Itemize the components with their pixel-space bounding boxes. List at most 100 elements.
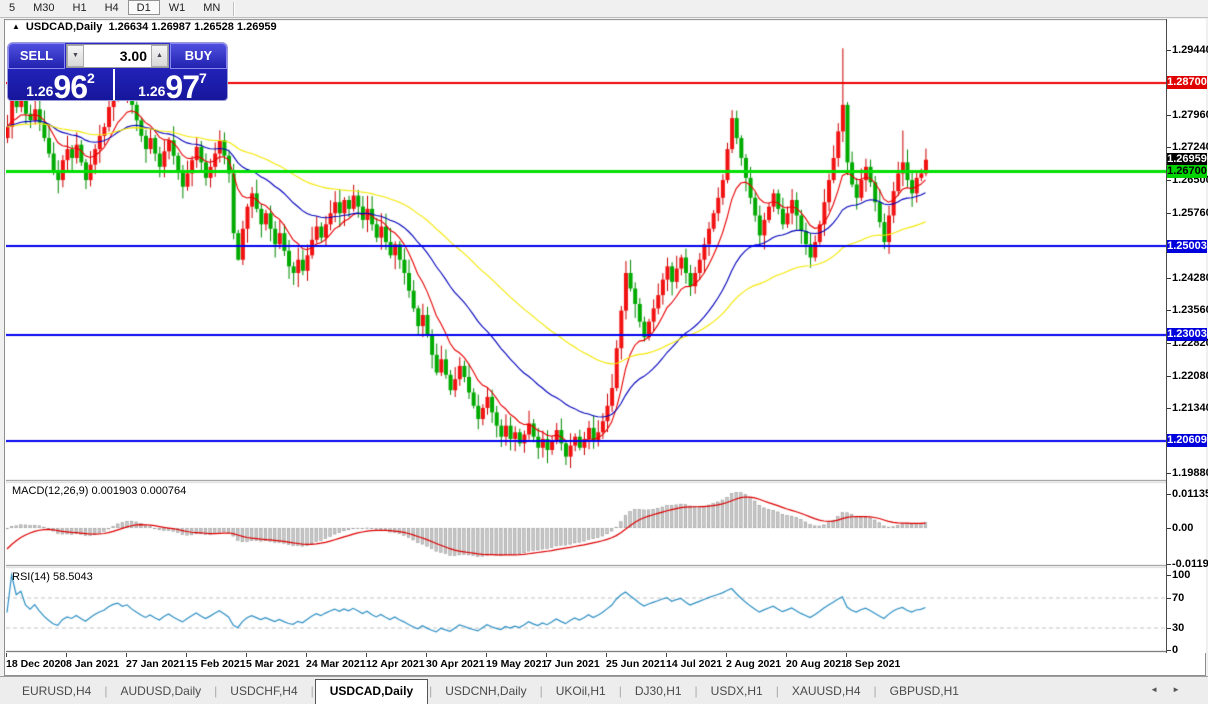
date-axis-label: 8 Jan 2021: [66, 658, 120, 670]
date-axis-label: 2 Aug 2021: [726, 658, 782, 670]
chart-tab-usdcad-daily[interactable]: USDCAD,Daily: [314, 678, 429, 704]
price-level-badge: 1.20609: [1167, 434, 1207, 448]
date-axis-label: 30 Apr 2021: [426, 658, 485, 670]
volume-decrease-button[interactable]: ▼: [67, 45, 84, 67]
volume-increase-button[interactable]: ▲: [151, 45, 168, 67]
macd-indicator-label: MACD(12,26,9) 0.001903 0.000764: [12, 485, 187, 497]
tab-scroll-left-icon[interactable]: ◄: [1150, 685, 1172, 694]
date-axis-label: 8 Sep 2021: [846, 658, 901, 670]
timeframe-button-h1[interactable]: H1: [64, 0, 96, 15]
date-axis-label: 27 Jan 2021: [126, 658, 185, 670]
scale-tick: [1167, 212, 1171, 214]
timeframe-button-d1[interactable]: D1: [127, 0, 160, 15]
scale-tick: [1167, 493, 1171, 495]
date-axis-tick: [426, 653, 427, 657]
timeframe-button-h4[interactable]: H4: [96, 0, 128, 15]
macd-scale-label: 0.00: [1172, 522, 1194, 534]
rsi-indicator-label: RSI(14) 58.5043: [12, 571, 93, 583]
tab-scroll-right-icon[interactable]: ►: [1172, 685, 1194, 694]
rsi-scale-label: 100: [1172, 569, 1191, 581]
chart-tab-usdchf-h4[interactable]: USDCHF,H4: [218, 680, 309, 703]
chart-tab-bar: EURUSD,H4 | AUDUSD,Daily | USDCHF,H4 | USDCAD,…: [0, 676, 1208, 704]
chart-tab-eurusd-h4[interactable]: EURUSD,H4: [10, 680, 103, 703]
scale-tick: [1167, 473, 1171, 474]
rsi-scale-label: 30: [1172, 621, 1185, 634]
sell-price-sup: 2: [87, 70, 95, 86]
date-axis-label: 20 Aug 2021: [786, 658, 847, 670]
date-axis-tick: [726, 653, 727, 657]
scale-tick: [1167, 597, 1171, 599]
date-axis-label: 18 Dec 2020: [6, 658, 67, 670]
date-axis-label: 7 Jun 2021: [546, 658, 600, 670]
timeframe-button-w1[interactable]: W1: [160, 0, 195, 15]
date-axis-tick: [126, 653, 127, 657]
scale-tick: [1167, 650, 1171, 651]
price-chart-canvas[interactable]: [6, 19, 1166, 653]
chart-tab-usdx-h1[interactable]: USDX,H1: [699, 680, 775, 703]
chart-tab-dj30-h1[interactable]: DJ30,H1: [623, 680, 694, 703]
price-scale-label: 1.29440: [1172, 44, 1208, 56]
scale-tick: [1167, 408, 1171, 410]
scale-tick: [1167, 115, 1171, 117]
buy-price[interactable]: 1.26977: [119, 69, 226, 105]
price-scale-label: 1.23560: [1172, 304, 1208, 317]
scale-tick: [1167, 180, 1171, 182]
sell-button[interactable]: SELL: [8, 43, 65, 69]
scale-tick: [1167, 310, 1171, 312]
timeframe-toolbar: 5 M30 H1 H4 D1 W1 MN: [0, 0, 1208, 18]
chart-tab-ukoil-h1[interactable]: UKOil,H1: [544, 680, 618, 703]
date-axis-tick: [306, 653, 307, 657]
volume-value[interactable]: 3.00: [120, 48, 147, 64]
date-axis-tick: [846, 653, 847, 657]
date-axis-tick: [546, 653, 547, 657]
chart-title: ▲ USDCAD,Daily 1.26634 1.26987 1.26528 1.…: [12, 21, 277, 33]
date-axis-label: 5 Mar 2021: [246, 658, 300, 670]
scale-tick: [1167, 563, 1171, 565]
scale-tick: [1167, 278, 1171, 280]
one-click-trading-panel: SELL ▼ 3.00 ▲ BUY 1.26962 1.26977: [8, 43, 227, 105]
scale-tick: [1167, 50, 1171, 51]
date-axis-tick: [786, 653, 787, 657]
rsi-scale-label: 70: [1172, 591, 1185, 604]
timeframe-button-mn[interactable]: MN: [194, 0, 229, 15]
price-level-badge: 1.23003: [1167, 328, 1207, 342]
date-axis-tick: [66, 653, 67, 657]
buy-price-sup: 7: [199, 70, 207, 86]
scale-tick: [1167, 342, 1171, 344]
buy-button[interactable]: BUY: [170, 43, 227, 69]
date-axis-tick: [186, 653, 187, 657]
sell-price[interactable]: 1.26962: [8, 69, 115, 105]
chart-symbol: USDCAD,Daily: [25, 21, 103, 33]
sell-price-small: 1.26: [26, 83, 54, 99]
symbol-arrow-icon: ▲: [12, 22, 20, 31]
toolbar-separator: [233, 2, 236, 16]
date-axis-tick: [666, 653, 667, 657]
chart-tab-gbpusd-h1[interactable]: GBPUSD,H1: [878, 680, 971, 703]
chart-tabs: EURUSD,H4 | AUDUSD,Daily | USDCHF,H4 | USDCAD,…: [10, 678, 971, 704]
volume-spinner: ▼ 3.00 ▲: [66, 44, 169, 68]
chart-tab-usdcnh-daily[interactable]: USDCNH,Daily: [433, 680, 538, 703]
price-scale-label: 1.24280: [1172, 272, 1208, 285]
price-level-badge: 1.28700: [1167, 76, 1207, 90]
price-scale-label: 1.19880: [1172, 467, 1208, 479]
date-axis-label: 19 May 2021: [486, 658, 548, 670]
tab-scroll-arrows[interactable]: ◄►: [1150, 685, 1194, 694]
rsi-scale-label: 0: [1172, 644, 1179, 656]
chart-tab-xauusd-h4[interactable]: XAUUSD,H4: [780, 680, 873, 703]
macd-scale-label: 0.01135: [1172, 487, 1208, 500]
date-axis-tick: [6, 653, 7, 657]
price-scale-label: 1.27960: [1172, 109, 1208, 122]
timeframe-button-m30[interactable]: M30: [24, 0, 63, 15]
scale-tick: [1167, 147, 1171, 149]
chart-tab-audusd-daily[interactable]: AUDUSD,Daily: [108, 680, 213, 703]
date-axis-label: 15 Feb 2021: [186, 658, 246, 670]
timeframe-button-5[interactable]: 5: [0, 0, 24, 15]
date-axis-tick: [366, 653, 367, 657]
price-scale[interactable]: 1.29440 1.27960 1.27240 1.26500 1.25760 1.242…: [1166, 19, 1208, 656]
date-axis-label: 14 Jul 2021: [666, 658, 723, 670]
price-scale-label: 1.25760: [1172, 206, 1208, 219]
date-axis[interactable]: 18 Dec 2020 8 Jan 2021 27 Jan 2021 15 Feb 2…: [6, 653, 1166, 675]
sell-price-big: 96: [53, 69, 88, 105]
buy-price-small: 1.26: [138, 83, 166, 99]
price-scale-label: 1.21340: [1172, 402, 1208, 415]
